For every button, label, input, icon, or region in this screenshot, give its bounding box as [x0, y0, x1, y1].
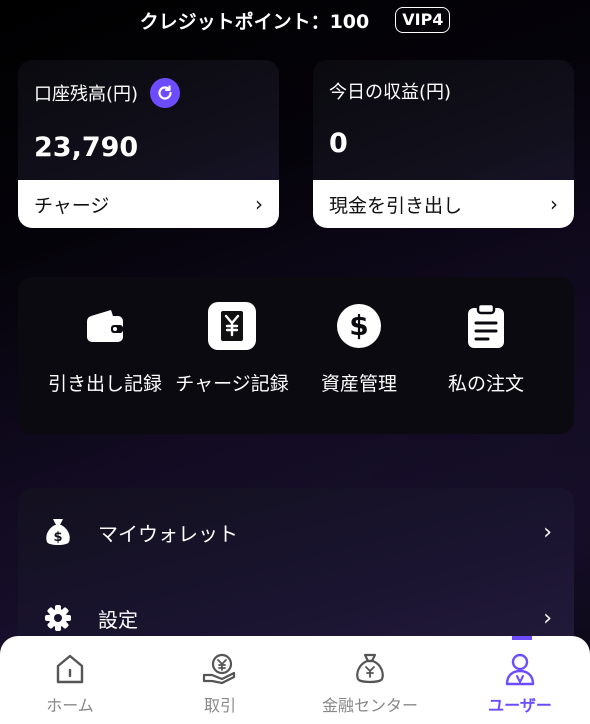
chevron-right-icon: ›: [550, 192, 558, 216]
home-icon: [0, 652, 140, 686]
tab-label: ユーザー: [488, 696, 552, 715]
yen-receipt-icon: [207, 301, 257, 351]
tab-user[interactable]: ユーザー: [450, 652, 590, 716]
tab-label: 金融センター: [321, 696, 418, 715]
earnings-label: 今日の収益(円): [329, 82, 452, 103]
refresh-icon[interactable]: [150, 78, 181, 108]
charge-button[interactable]: チャージ ›: [18, 180, 279, 228]
user-icon: [450, 652, 590, 686]
chevron-right-icon: ›: [255, 192, 263, 216]
balance-label: 口座残高(円): [34, 84, 139, 105]
chevron-right-icon: ›: [543, 605, 552, 631]
tab-trade[interactable]: 取引: [150, 652, 290, 716]
active-tab-indicator: [512, 636, 532, 640]
gear-icon: [44, 603, 72, 633]
balance-value: 23,790: [34, 132, 139, 163]
earnings-card: 今日の収益(円) 0 現金を引き出し ›: [313, 60, 574, 228]
finance-bag-icon: [300, 652, 440, 686]
charge-label: チャージ: [34, 194, 110, 217]
menu-item-label: 設定: [98, 607, 138, 632]
bottom-tab-bar: ホーム 取引 金融センター ユーザー: [0, 636, 590, 724]
chevron-right-icon: ›: [543, 519, 552, 545]
credit-points-text: クレジットポイント：100: [139, 10, 370, 33]
settings-menu-panel: $ マイウォレット › 設定 ›: [18, 488, 574, 648]
charge-history-label: チャージ記録: [175, 373, 289, 395]
withdrawal-history-button[interactable]: 引き出し記録: [40, 301, 170, 396]
vip-badge: VIP4: [395, 7, 451, 33]
balance-card: 口座残高(円) 23,790 チャージ ›: [18, 60, 279, 228]
svg-text:$: $: [349, 309, 368, 342]
my-orders-button[interactable]: 私の注文: [421, 301, 551, 396]
earnings-value: 0: [329, 128, 348, 159]
withdrawal-history-label: 引き出し記録: [47, 373, 162, 395]
clipboard-icon: [461, 301, 511, 351]
my-orders-label: 私の注文: [447, 373, 524, 395]
tab-finance-center[interactable]: 金融センター: [300, 652, 440, 716]
dollar-coin-icon: $: [334, 301, 384, 351]
menu-item-label: マイウォレット: [98, 521, 238, 546]
tab-home[interactable]: ホーム: [0, 652, 140, 716]
tab-label: ホーム: [46, 696, 94, 715]
withdraw-label: 現金を引き出し: [329, 194, 463, 217]
charge-history-button[interactable]: チャージ記録: [167, 301, 297, 396]
money-bag-icon: $: [44, 517, 72, 547]
wallet-icon: [80, 301, 130, 351]
withdraw-button[interactable]: 現金を引き出し ›: [313, 180, 574, 228]
asset-management-label: 資産管理: [320, 373, 397, 395]
svg-text:$: $: [53, 530, 62, 545]
quick-actions-panel: 引き出し記録 チャージ記録 $ 資産管理 私の注文: [18, 277, 574, 434]
trade-icon: [150, 652, 290, 686]
menu-item-my-wallet[interactable]: $ マイウォレット ›: [18, 502, 574, 562]
credit-header: クレジットポイント：100 VIP4: [0, 0, 590, 40]
tab-label: 取引: [203, 696, 236, 715]
asset-management-button[interactable]: $ 資産管理: [294, 301, 424, 396]
